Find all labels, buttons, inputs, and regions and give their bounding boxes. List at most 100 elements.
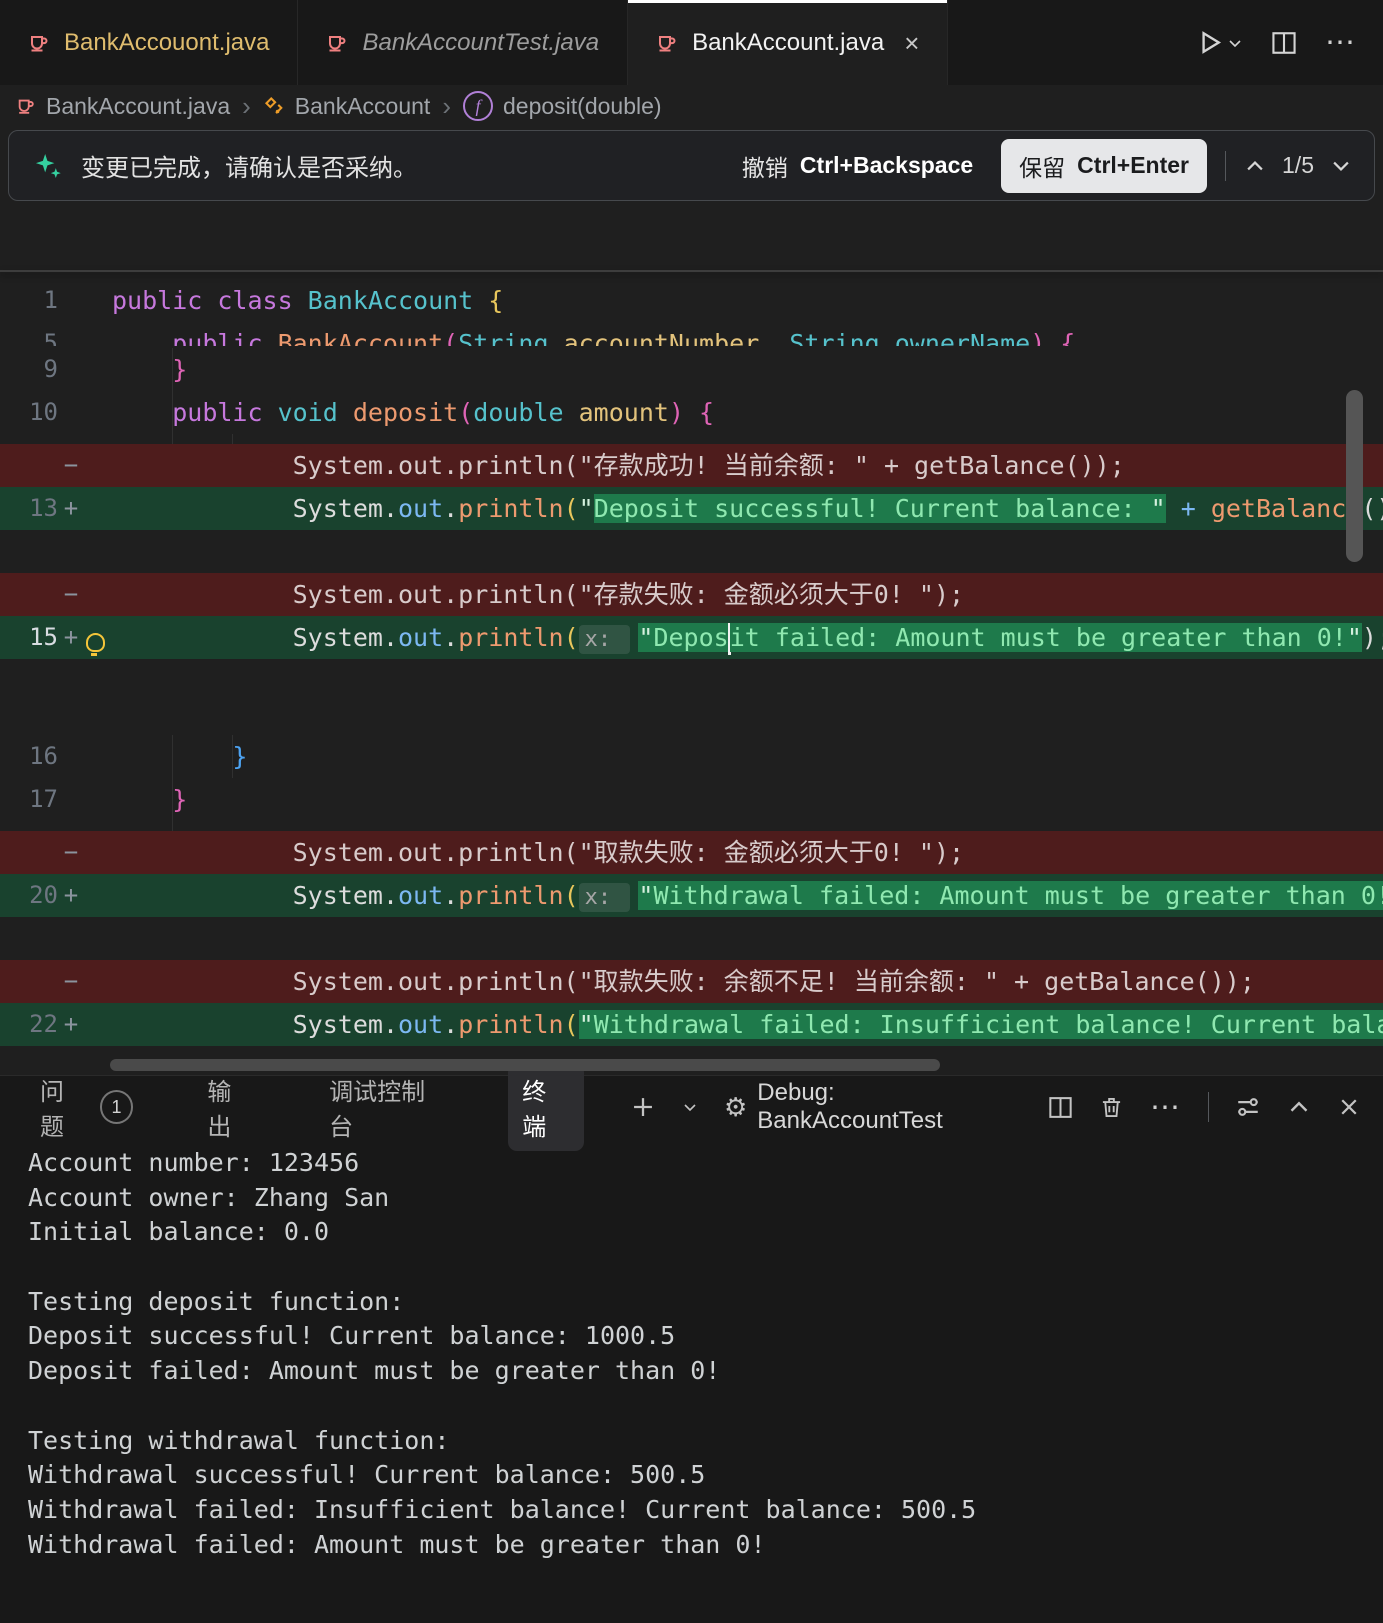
indent-guide — [172, 348, 173, 391]
code-line-17[interactable]: 17 } — [0, 778, 1383, 821]
run-button[interactable] — [1196, 29, 1243, 56]
panel-layout-icon[interactable] — [1235, 1094, 1261, 1120]
terminal-line — [28, 1389, 1383, 1424]
lightbulb-icon[interactable] — [86, 633, 105, 652]
diff-marker: + — [58, 1003, 84, 1046]
split-editor-icon[interactable] — [1271, 30, 1297, 56]
code-line-13[interactable]: 13+ System.out.println("Deposit successf… — [0, 487, 1383, 530]
close-icon[interactable]: × — [904, 30, 919, 56]
code-line-22[interactable]: 22+ System.out.println("Withdrawal faile… — [0, 1003, 1383, 1046]
code-text: System.out.println("存款成功! 当前余额: " + getB… — [112, 451, 1125, 480]
diff-marker: − — [58, 444, 84, 487]
code-line-16[interactable]: 16 } — [0, 735, 1383, 778]
inline-chat-message: 变更已完成，请确认是否采纳。 — [81, 148, 417, 183]
panel-maximize-icon[interactable] — [1287, 1095, 1311, 1119]
code-line-removed[interactable]: − System.out.println("存款失败: 金额必须大于0! "); — [0, 573, 1383, 616]
more-actions-icon[interactable]: ⋯ — [1325, 25, 1357, 60]
panel-more-icon[interactable]: ⋯ — [1150, 1090, 1182, 1125]
indent-guide — [172, 735, 173, 778]
code-line-9[interactable]: 9 } — [0, 348, 1383, 391]
code-text: System.out.println("取款失败: 金额必须大于0! "); — [112, 838, 964, 867]
terminal-line: Withdrawal failed: Insufficient balance!… — [28, 1493, 1383, 1528]
tab-label: 终端 — [522, 1072, 570, 1142]
code-line-removed[interactable]: − System.out.println("取款失败: 余额不足! 当前余额: … — [0, 960, 1383, 1003]
tab-label: BankAccount.java — [692, 29, 884, 57]
tab-debug-console[interactable]: 调试控制台 — [315, 1063, 462, 1151]
code-text: } — [112, 355, 187, 384]
tab-label: BankAccountTest.java — [362, 29, 599, 57]
problems-badge: 1 — [100, 1090, 134, 1124]
terminal-line: Deposit failed: Amount must be greater t… — [28, 1354, 1383, 1389]
panel-close-icon[interactable] — [1337, 1095, 1361, 1119]
line-number: 13 — [0, 487, 58, 530]
code-line-removed[interactable]: − System.out.println("存款成功! 当前余额: " + ge… — [0, 444, 1383, 487]
terminal-dropdown-icon[interactable] — [682, 1099, 698, 1115]
line-number: 5 — [0, 322, 58, 346]
tab-bankaccouont-java[interactable]: BankAccouont.java — [0, 0, 298, 85]
line-number: 1 — [0, 279, 58, 322]
terminal-line: Withdrawal successful! Current balance: … — [28, 1458, 1383, 1493]
undo-button[interactable]: 撤销 Ctrl+Backspace — [732, 141, 983, 191]
diff-marker: + — [58, 487, 84, 530]
breadcrumb-file[interactable]: BankAccount.java — [46, 93, 230, 120]
diff-marker: + — [58, 616, 84, 659]
editor-tab-bar: BankAccouont.java BankAccountTest.java B… — [0, 0, 1383, 85]
code-text: System.out.println(x: "Deposit failed: A… — [112, 623, 1383, 652]
code-text: System.out.println("Withdrawal failed: I… — [112, 1010, 1383, 1039]
vertical-scrollbar[interactable] — [1346, 390, 1363, 562]
terminal-session-label: Debug: BankAccountTest — [757, 1079, 1022, 1135]
java-file-icon — [16, 96, 36, 116]
code-line-10[interactable]: 10 public void deposit(double amount) { — [0, 391, 1383, 434]
line-number: 17 — [0, 778, 58, 821]
panel-tab-bar: 问题 1 输出 调试控制台 终端 ⚙ Debug — [0, 1076, 1383, 1138]
tab-label: 问题 — [40, 1072, 88, 1142]
diff-marker: − — [58, 831, 84, 874]
new-terminal-button[interactable] — [630, 1094, 656, 1120]
horizontal-scrollbar[interactable] — [110, 1059, 940, 1071]
separator — [1208, 1092, 1209, 1122]
diff-marker: − — [58, 960, 84, 1003]
code-line-removed[interactable]: − System.out.println("取款失败: 金额必须大于0! "); — [0, 831, 1383, 874]
tab-output[interactable]: 输出 — [193, 1063, 269, 1151]
kill-terminal-icon[interactable] — [1099, 1095, 1124, 1120]
terminal-line: Withdrawal failed: Amount must be greate… — [28, 1528, 1383, 1563]
indent-guide — [172, 391, 173, 434]
tab-problems[interactable]: 问题 1 — [26, 1063, 147, 1151]
tab-bankaccounttest-java[interactable]: BankAccountTest.java — [298, 0, 628, 85]
java-file-icon — [326, 32, 348, 54]
sparkle-icon — [31, 149, 65, 183]
undo-label: 撤销 — [742, 149, 788, 183]
code-editor[interactable]: 变更已完成，请确认是否采纳。 撤销 Ctrl+Backspace 保留 Ctrl… — [0, 127, 1383, 1075]
line-number: 9 — [0, 348, 58, 391]
code-text: System.out.println("Deposit successful! … — [112, 494, 1383, 523]
terminal-session-item[interactable]: ⚙ Debug: BankAccountTest — [724, 1079, 1022, 1135]
keep-shortcut: Ctrl+Enter — [1077, 152, 1189, 179]
breadcrumb-symbol[interactable]: BankAccount — [295, 93, 431, 120]
line-number: 10 — [0, 391, 58, 434]
code-line-20[interactable]: 20+ System.out.println(x: "Withdrawal fa… — [0, 874, 1383, 917]
terminal-output[interactable]: Account number: 123456Account owner: Zha… — [0, 1146, 1383, 1623]
keep-button[interactable]: 保留 Ctrl+Enter — [1001, 139, 1207, 193]
tab-bankaccount-java[interactable]: BankAccount.java × — [628, 0, 948, 85]
line-number: 15 — [0, 616, 58, 659]
change-counter: 1/5 — [1282, 152, 1314, 179]
panel-actions: ⚙ Debug: BankAccountTest ⋯ — [630, 1079, 1383, 1135]
code-text: System.out.println("存款失败: 金额必须大于0! "); — [112, 580, 964, 609]
code-line-1[interactable]: 1public class BankAccount { — [0, 279, 1383, 322]
code-lines[interactable]: 1public class BankAccount {5 public Bank… — [0, 203, 1383, 1075]
tab-terminal[interactable]: 终端 — [508, 1063, 584, 1151]
line-number: 16 — [0, 735, 58, 778]
indent-guide — [172, 778, 173, 821]
previous-change-button[interactable] — [1244, 155, 1266, 177]
tab-label: BankAccouont.java — [64, 29, 269, 57]
code-text: public void deposit(double amount) { — [112, 398, 714, 427]
sticky-scroll-border — [0, 270, 1383, 272]
next-change-button[interactable] — [1330, 155, 1352, 177]
breadcrumb-member[interactable]: deposit(double) — [503, 93, 662, 120]
java-file-icon — [656, 32, 678, 54]
code-line-15[interactable]: 15+ System.out.println(x: "Deposit faile… — [0, 616, 1383, 659]
split-terminal-icon[interactable] — [1048, 1095, 1073, 1120]
terminal-line — [28, 1250, 1383, 1285]
glyph-margin — [84, 616, 112, 659]
code-line-5[interactable]: 5 public BankAccount(String accountNumbe… — [0, 322, 1383, 346]
